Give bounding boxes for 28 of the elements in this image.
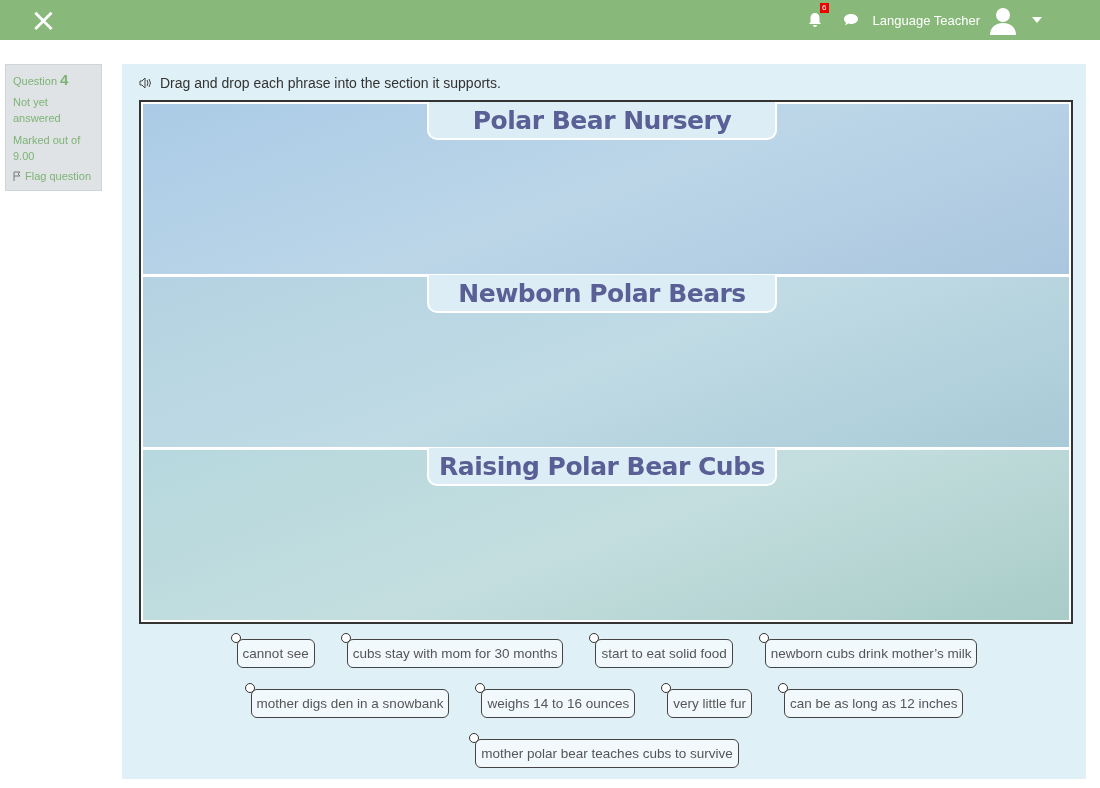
notifications-button[interactable]: 6	[807, 3, 829, 28]
phrase-chip[interactable]: cubs stay with mom for 30 months	[346, 639, 564, 668]
drop-zone[interactable]: Raising Polar Bear Cubs	[143, 450, 1069, 620]
section-title: Polar Bear Nursery	[427, 102, 777, 140]
section-title: Raising Polar Bear Cubs	[427, 448, 777, 486]
drag-handle[interactable]	[230, 633, 241, 643]
phrase-chip[interactable]: newborn cubs drink mother’s milk	[764, 639, 978, 668]
bell-icon	[807, 12, 822, 28]
phrase-chip[interactable]: can be as long as 12 inches	[784, 689, 964, 718]
drop-zone[interactable]: Newborn Polar Bears	[143, 277, 1069, 447]
drag-handle[interactable]	[244, 683, 255, 693]
question-number: 4	[60, 71, 69, 88]
section-title: Newborn Polar Bears	[427, 275, 777, 313]
instruction-text: Drag and drop each phrase into the section it supports.	[160, 75, 501, 91]
phrase-chip[interactable]: start to eat solid food	[595, 639, 733, 668]
phrase-chip[interactable]: mother polar bear teaches cubs to survive	[475, 739, 739, 768]
flag-icon	[13, 171, 21, 181]
drop-zone[interactable]: Polar Bear Nursery	[143, 104, 1069, 274]
question-status: Not yet answered	[13, 95, 62, 126]
notification-count: 6	[820, 3, 829, 13]
phrase-chip[interactable]: weighs 14 to 16 ounces	[481, 689, 636, 718]
question-label: Question	[13, 75, 58, 87]
speaker-icon[interactable]	[139, 77, 153, 89]
phrase-chip[interactable]: mother digs den in a snowbank	[250, 689, 450, 718]
phrase-chip[interactable]: very little fur	[667, 689, 753, 718]
drag-handle[interactable]	[340, 633, 351, 643]
phrase-chip[interactable]: cannot see	[236, 639, 315, 668]
question-marks: Marked out of 9.00	[13, 133, 82, 164]
